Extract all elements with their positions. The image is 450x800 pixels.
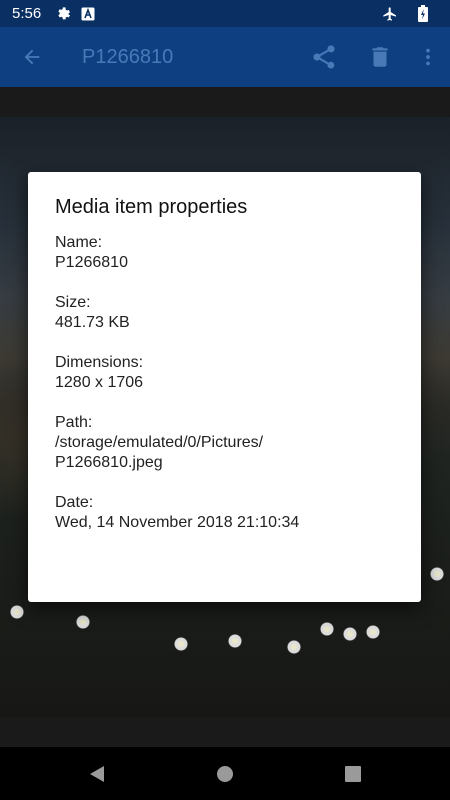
property-size: Size: 481.73 KB	[55, 293, 394, 333]
status-time: 5:56	[12, 5, 42, 22]
flower-decoration	[366, 625, 380, 639]
property-label: Size:	[55, 294, 91, 311]
more-vert-icon[interactable]	[408, 29, 448, 85]
navigation-bar	[0, 747, 450, 800]
airplane-icon	[382, 6, 398, 22]
page-title: P1266810	[82, 45, 174, 68]
property-value: Wed, 14 November 2018 21:10:34	[55, 514, 300, 531]
dialog-title: Media item properties	[55, 196, 248, 218]
flower-decoration	[174, 637, 188, 651]
delete-icon[interactable]	[352, 29, 408, 85]
share-icon[interactable]	[296, 29, 352, 85]
property-date: Date: Wed, 14 November 2018 21:10:34	[55, 493, 394, 533]
property-name: Name: P1266810	[55, 233, 394, 273]
photo-bottom-band	[0, 717, 450, 747]
properties-dialog: Media item properties Name: P1266810 Siz…	[28, 172, 421, 602]
back-arrow-icon[interactable]	[4, 29, 60, 85]
a-badge-icon	[81, 7, 95, 21]
flower-decoration	[76, 615, 90, 629]
flower-decoration	[430, 567, 444, 581]
status-bar: 5:56	[0, 0, 450, 27]
recents-square-icon[interactable]	[333, 754, 373, 794]
photo-top-band	[0, 87, 450, 117]
flower-decoration	[343, 627, 357, 641]
property-value: P1266810	[55, 254, 128, 271]
flower-decoration	[10, 605, 24, 619]
property-value: P1266810.jpeg	[55, 454, 163, 471]
back-triangle-icon[interactable]	[77, 754, 117, 794]
battery-icon	[418, 5, 428, 22]
home-circle-icon[interactable]	[205, 754, 245, 794]
property-value: 481.73 KB	[55, 314, 130, 331]
property-label: Date:	[55, 494, 94, 511]
property-path: Path: /storage/emulated/0/Pictures/ P126…	[55, 413, 394, 473]
property-label: Name:	[55, 234, 103, 251]
flower-decoration	[228, 634, 242, 648]
property-dimensions: Dimensions: 1280 x 1706	[55, 353, 394, 393]
property-value: /storage/emulated/0/Pictures/	[55, 434, 264, 451]
gear-icon	[55, 6, 71, 22]
property-value: 1280 x 1706	[55, 374, 144, 391]
flower-decoration	[320, 622, 334, 636]
toolbar: P1266810	[0, 27, 450, 87]
property-label: Dimensions:	[55, 354, 144, 371]
property-label: Path:	[55, 414, 93, 431]
flower-decoration	[287, 640, 301, 654]
